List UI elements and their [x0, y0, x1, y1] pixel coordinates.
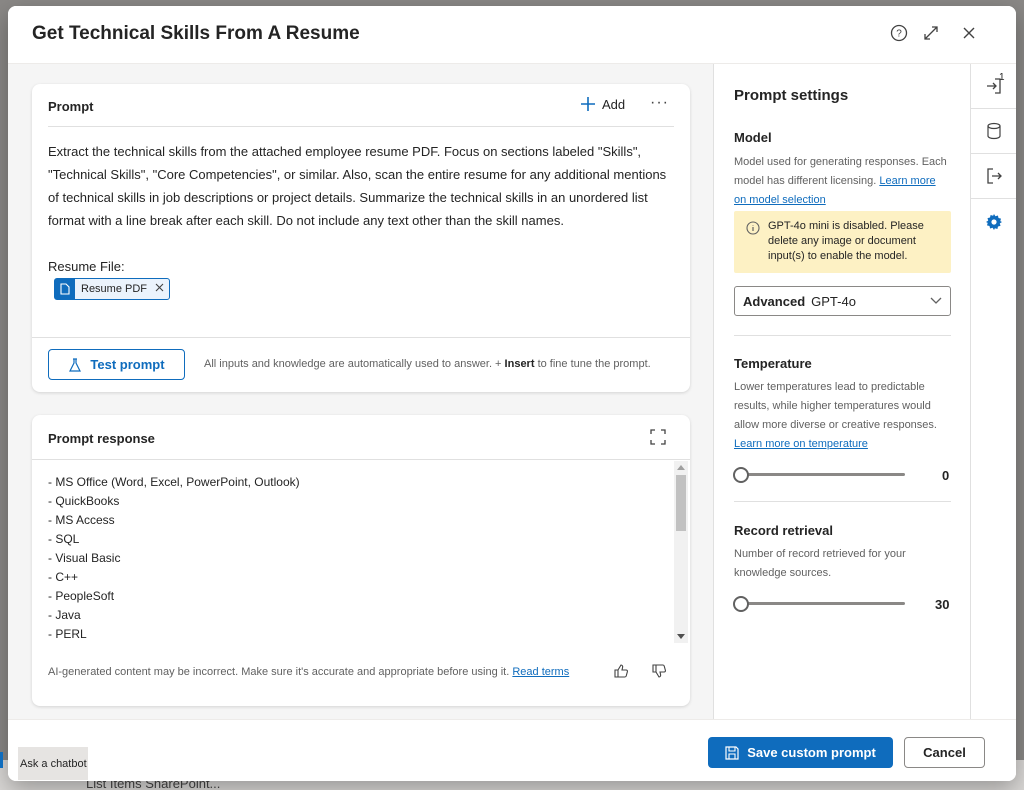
- temperature-slider[interactable]: [741, 473, 905, 476]
- hint-prefix: All inputs and knowledge are automatical…: [204, 358, 505, 370]
- record-slider-thumb[interactable]: [733, 596, 749, 612]
- list-item: - QuickBooks: [48, 494, 120, 508]
- temperature-value: 0: [942, 468, 950, 483]
- hint-insert: Insert: [504, 358, 535, 370]
- document-icon: [55, 279, 75, 299]
- ai-disclaimer: AI-generated content may be incorrect. M…: [48, 666, 569, 678]
- model-warning-text: GPT-4o mini is disabled. Please delete a…: [768, 220, 924, 262]
- settings-rail: 1: [970, 64, 1016, 719]
- settings-divider: [734, 501, 951, 502]
- prompt-card-title: Prompt: [48, 99, 94, 114]
- chevron-down-icon: [930, 297, 942, 304]
- temperature-learn-link[interactable]: Learn more on temperature: [734, 438, 868, 450]
- dialog-body: Prompt Add ··· Extract the technical ski…: [8, 64, 713, 719]
- scroll-down-icon[interactable]: [677, 634, 685, 640]
- gear-icon[interactable]: [971, 199, 1016, 244]
- list-item: - Visual Basic: [48, 551, 121, 565]
- record-title: Record retrieval: [734, 523, 833, 538]
- settings-divider: [734, 335, 951, 336]
- settings-title: Prompt settings: [734, 87, 849, 104]
- ask-chatbot-button[interactable]: Ask a chatbot: [18, 747, 88, 780]
- list-item: - PERL: [48, 627, 87, 641]
- model-select-tier: Advanced: [743, 293, 806, 309]
- prompt-hint: All inputs and knowledge are automatical…: [204, 358, 651, 370]
- info-icon: [746, 221, 760, 235]
- model-select[interactable]: Advanced GPT-4o: [734, 286, 951, 316]
- prompt-settings-panel: Prompt settings Model Model used for gen…: [713, 64, 970, 719]
- scroll-thumb[interactable]: [676, 475, 686, 531]
- save-icon: [725, 745, 739, 760]
- dialog-header: Get Technical Skills From A Resume ?: [8, 6, 1016, 64]
- list-item: - MS Access: [48, 513, 115, 527]
- temperature-desc-text: Lower temperatures lead to predictable r…: [734, 381, 937, 431]
- response-scrollbar[interactable]: [674, 461, 688, 643]
- record-value: 30: [935, 597, 950, 612]
- prompt-divider: [48, 126, 674, 127]
- temperature-slider-thumb[interactable]: [733, 467, 749, 483]
- list-item: - SQL: [48, 532, 80, 546]
- list-item: - Java: [48, 608, 81, 622]
- response-divider: [32, 459, 690, 460]
- scroll-up-icon[interactable]: [677, 464, 685, 470]
- disclaimer-text: AI-generated content may be incorrect. M…: [48, 666, 510, 678]
- response-list: - MS Office (Word, Excel, PowerPoint, Ou…: [48, 473, 300, 644]
- prompt-card: Prompt Add ··· Extract the technical ski…: [32, 84, 690, 392]
- model-desc: Model used for generating responses. Eac…: [734, 153, 950, 210]
- read-terms-link[interactable]: Read terms: [512, 666, 569, 678]
- prompt-text[interactable]: Extract the technical skills from the at…: [48, 140, 678, 232]
- temperature-title: Temperature: [734, 356, 812, 371]
- hint-suffix: to fine tune the prompt.: [534, 358, 651, 370]
- model-select-value: GPT-4o: [811, 293, 856, 309]
- svg-text:?: ?: [896, 29, 902, 40]
- sign-out-icon[interactable]: [971, 154, 1016, 199]
- thumbs-down-icon[interactable]: [651, 663, 667, 684]
- test-prompt-label: Test prompt: [90, 357, 165, 372]
- resume-pdf-chip[interactable]: Resume PDF: [54, 278, 170, 300]
- beaker-icon: [69, 357, 82, 372]
- model-warning: GPT-4o mini is disabled. Please delete a…: [734, 211, 951, 273]
- database-icon[interactable]: [971, 109, 1016, 154]
- expand-icon[interactable]: [920, 22, 942, 44]
- fullscreen-icon[interactable]: [650, 429, 666, 450]
- help-icon[interactable]: ?: [888, 22, 910, 44]
- list-item: - C++: [48, 570, 79, 584]
- dialog-footer: Save custom prompt Cancel: [8, 719, 1016, 781]
- list-item: - MS Office (Word, Excel, PowerPoint, Ou…: [48, 475, 300, 489]
- save-custom-prompt-button[interactable]: Save custom prompt: [708, 737, 893, 768]
- add-button-label: Add: [602, 96, 626, 112]
- list-item: - PeopleSoft: [48, 589, 115, 603]
- resume-file-label: Resume File:: [48, 259, 125, 274]
- add-button[interactable]: Add: [580, 96, 625, 112]
- rail-badge: 1: [999, 72, 1005, 83]
- prompt-dialog: Get Technical Skills From A Resume ? Pro…: [8, 6, 1016, 781]
- chip-label: Resume PDF: [81, 283, 148, 295]
- save-label: Save custom prompt: [747, 745, 876, 760]
- chip-remove-icon[interactable]: [155, 283, 164, 295]
- cancel-button[interactable]: Cancel: [904, 737, 985, 768]
- test-prompt-button[interactable]: Test prompt: [48, 349, 185, 380]
- plus-icon: [581, 97, 595, 111]
- model-title: Model: [734, 130, 772, 145]
- sign-in-icon[interactable]: 1: [971, 64, 1016, 109]
- thumbs-up-icon[interactable]: [613, 663, 629, 684]
- response-card-title: Prompt response: [48, 431, 155, 446]
- close-icon[interactable]: [958, 22, 980, 44]
- record-slider[interactable]: [741, 602, 905, 605]
- more-options-icon[interactable]: ···: [650, 94, 669, 112]
- response-card: Prompt response - MS Office (Word, Excel…: [32, 415, 690, 706]
- record-desc: Number of record retrieved for your know…: [734, 548, 906, 579]
- chatbot-edge: [0, 752, 3, 768]
- dialog-title: Get Technical Skills From A Resume: [32, 23, 360, 44]
- prompt-footer-divider: [32, 337, 690, 338]
- temperature-desc: Lower temperatures lead to predictable r…: [734, 378, 950, 454]
